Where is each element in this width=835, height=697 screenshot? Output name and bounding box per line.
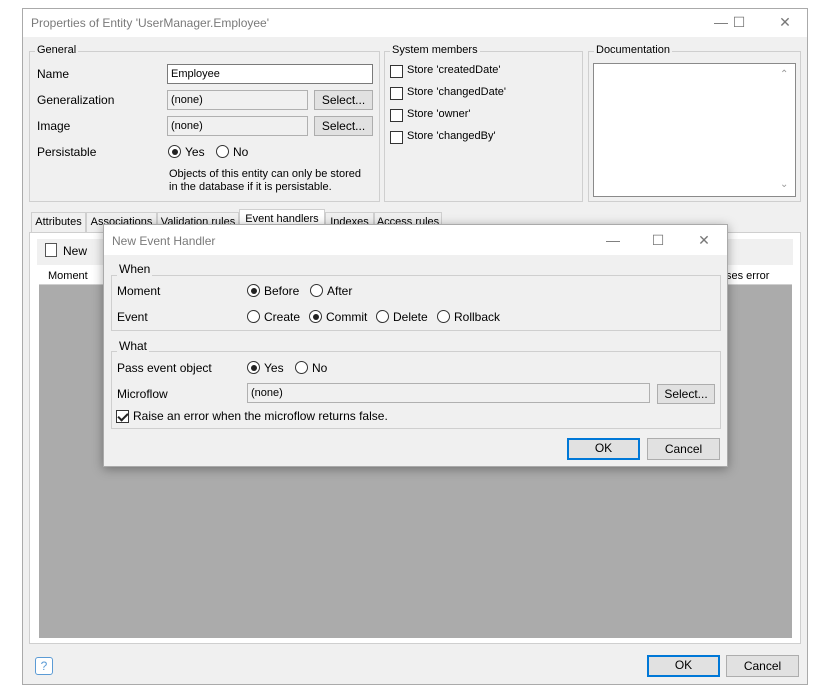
event-delete-radio[interactable] <box>376 310 389 323</box>
persistable-note-line2: in the database if it is persistable. <box>169 181 332 193</box>
window-title-bar: Properties of Entity 'UserManager.Employ… <box>23 9 807 37</box>
dialog-title-bar: New Event Handler — ☐ ✕ <box>104 225 727 255</box>
persistable-note-line1: Objects of this entity can only be store… <box>169 168 361 180</box>
what-legend: What <box>117 339 150 353</box>
cancel-button[interactable]: Cancel <box>726 655 799 677</box>
microflow-select-button[interactable]: Select... <box>657 384 715 404</box>
dialog-maximize-icon[interactable]: ☐ <box>650 233 666 249</box>
event-rollback-label: Rollback <box>454 310 501 324</box>
persistable-no-radio[interactable] <box>216 145 229 158</box>
dialog-title: New Event Handler <box>112 234 216 248</box>
name-label: Name <box>37 67 70 81</box>
ok-button[interactable]: OK <box>647 655 720 677</box>
moment-before-radio[interactable] <box>247 284 260 297</box>
store-created-date-label: Store 'createdDate' <box>407 64 501 76</box>
documentation-legend: Documentation <box>594 44 672 56</box>
event-commit-radio[interactable] <box>309 310 322 323</box>
grid-column-raises-error[interactable]: ses error <box>726 270 769 282</box>
pass-yes-radio[interactable] <box>247 361 260 374</box>
persistable-yes-radio[interactable] <box>168 145 181 158</box>
image-label: Image <box>37 119 71 133</box>
scroll-up-icon[interactable]: ⌃ <box>780 69 788 80</box>
store-created-date-checkbox[interactable] <box>390 65 403 78</box>
event-create-radio[interactable] <box>247 310 260 323</box>
raise-error-label: Raise an error when the microflow return… <box>133 409 388 423</box>
question-icon: ? <box>40 659 48 673</box>
store-owner-checkbox[interactable] <box>390 109 403 122</box>
help-button[interactable]: ? <box>35 657 53 675</box>
microflow-label: Microflow <box>117 387 168 401</box>
persistable-no-label: No <box>233 145 249 159</box>
moment-after-radio[interactable] <box>310 284 323 297</box>
pass-yes-label: Yes <box>264 361 284 375</box>
generalization-select-button[interactable]: Select... <box>314 90 373 110</box>
close-icon[interactable]: ✕ <box>777 15 793 31</box>
moment-after-label: After <box>327 284 353 298</box>
moment-before-label: Before <box>264 284 300 298</box>
image-field: (none) <box>167 116 308 136</box>
event-rollback-radio[interactable] <box>437 310 450 323</box>
grid-column-moment[interactable]: Moment <box>48 270 88 282</box>
dialog-minimize-icon[interactable]: — <box>605 233 621 249</box>
event-create-label: Create <box>264 310 301 324</box>
system-members-legend: System members <box>390 44 480 56</box>
store-changed-by-label: Store 'changedBy' <box>407 130 496 142</box>
moment-label: Moment <box>117 284 161 298</box>
store-changed-by-checkbox[interactable] <box>390 131 403 144</box>
when-legend: When <box>117 262 153 276</box>
window-title: Properties of Entity 'UserManager.Employ… <box>31 16 270 30</box>
generalization-label: Generalization <box>37 93 115 107</box>
store-changed-date-checkbox[interactable] <box>390 87 403 100</box>
raise-error-checkbox[interactable] <box>116 410 129 423</box>
new-document-icon <box>45 243 57 257</box>
scroll-down-icon[interactable]: ⌄ <box>780 179 788 190</box>
event-delete-label: Delete <box>393 310 428 324</box>
store-owner-label: Store 'owner' <box>407 108 471 120</box>
persistable-yes-label: Yes <box>185 145 205 159</box>
pass-event-object-label: Pass event object <box>117 361 212 375</box>
dialog-cancel-button[interactable]: Cancel <box>647 438 720 460</box>
microflow-field: (none) <box>247 383 650 403</box>
dialog-ok-button[interactable]: OK <box>567 438 640 460</box>
event-label: Event <box>117 310 148 324</box>
documentation-textarea[interactable] <box>593 63 796 197</box>
dialog-close-icon[interactable]: ✕ <box>696 233 712 249</box>
minimize-icon[interactable]: — <box>713 15 729 31</box>
store-changed-date-label: Store 'changedDate' <box>407 86 506 98</box>
image-select-button[interactable]: Select... <box>314 116 373 136</box>
generalization-field: (none) <box>167 90 308 110</box>
pass-no-radio[interactable] <box>295 361 308 374</box>
new-button[interactable]: New <box>63 244 87 258</box>
tab-attributes[interactable]: Attributes <box>31 212 86 232</box>
maximize-icon[interactable]: ☐ <box>731 15 747 31</box>
persistable-label: Persistable <box>37 145 97 159</box>
event-commit-label: Commit <box>326 310 368 324</box>
new-event-handler-dialog: New Event Handler — ☐ ✕ When Moment Befo… <box>103 224 728 467</box>
general-legend: General <box>35 44 79 56</box>
name-input[interactable]: Employee <box>167 64 373 84</box>
pass-no-label: No <box>312 361 328 375</box>
